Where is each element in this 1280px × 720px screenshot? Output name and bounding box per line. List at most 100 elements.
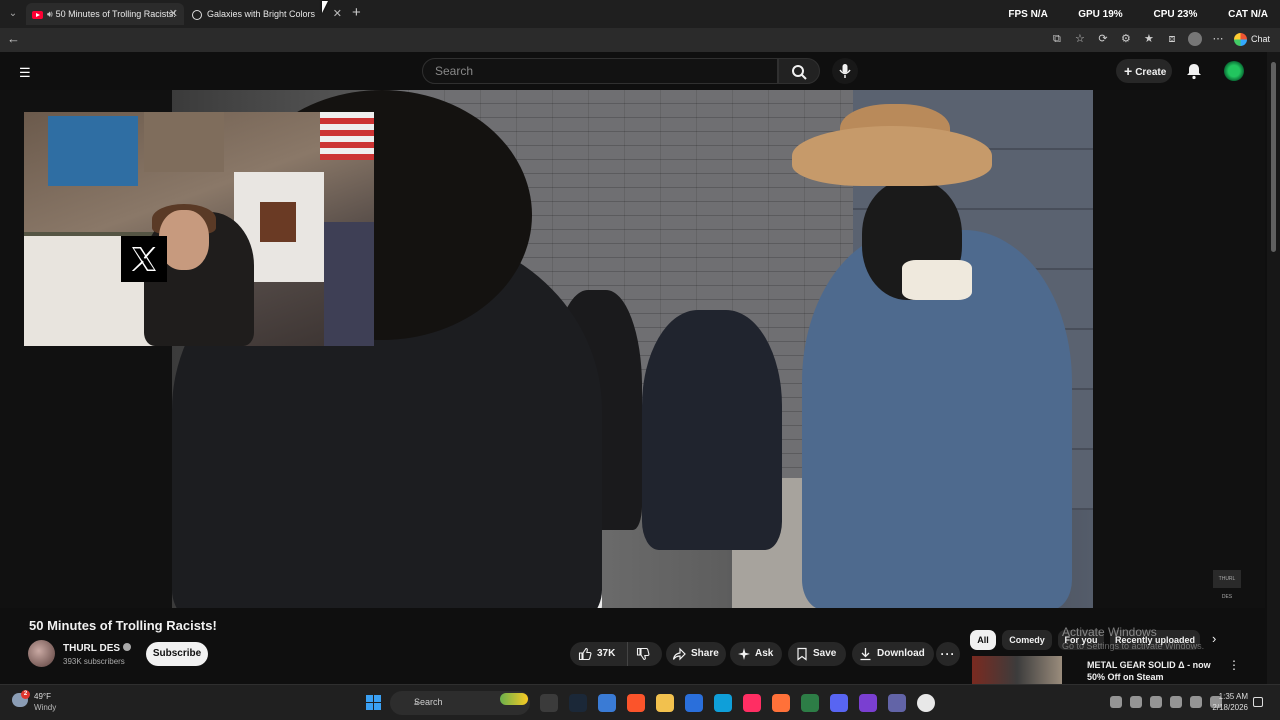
share-arrow-icon xyxy=(672,647,686,661)
mouse-cursor-icon xyxy=(322,1,328,13)
tab-youtube-video[interactable]: 🔊︎ 50 Minutes of Trolling Racists! ✕ xyxy=(26,3,184,25)
tray-overflow-icon[interactable] xyxy=(1110,696,1122,708)
gpu-value: 19% xyxy=(1102,9,1123,20)
streamer-webcam-overlay xyxy=(24,112,374,346)
video-player[interactable]: THURL DES xyxy=(0,90,1265,608)
close-tab-icon[interactable]: ✕ xyxy=(333,3,342,25)
browser-toolbar-icons: ⧉ ☆ ⟳ ⚙ ★ ⧈ ⋯ Chat xyxy=(1050,32,1270,46)
chrome-icon[interactable] xyxy=(917,694,935,712)
teams-icon[interactable] xyxy=(888,694,906,712)
ask-button[interactable]: Ask xyxy=(730,642,782,666)
notification-center-icon[interactable] xyxy=(1253,697,1263,707)
x-logo-icon xyxy=(121,236,167,282)
recommendation-title[interactable]: METAL GEAR SOLID Δ - now 50% Off on Stea… xyxy=(1087,659,1217,683)
favorite-star-icon[interactable]: ☆ xyxy=(1073,32,1087,46)
tray-app-icon[interactable] xyxy=(1130,696,1142,708)
favorites-icon[interactable]: ★ xyxy=(1142,32,1156,46)
share-button[interactable]: Share xyxy=(666,642,726,666)
extensions-icon[interactable]: ⚙ xyxy=(1119,32,1133,46)
bookmark-icon xyxy=(797,647,807,661)
ask-label: Ask xyxy=(755,648,774,659)
sherpa-collar xyxy=(902,260,972,300)
tray-app-icon[interactable] xyxy=(1150,696,1162,708)
create-button[interactable]: + Create xyxy=(1116,59,1172,83)
app-install-icon[interactable]: ⧉ xyxy=(1050,32,1064,46)
hamburger-menu-icon[interactable]: ☰ xyxy=(19,65,31,81)
webcam-monitor xyxy=(324,222,374,346)
search-input[interactable]: Search xyxy=(422,58,778,84)
tab-list-dropdown-icon[interactable]: ⌄ xyxy=(6,7,20,21)
weather-temperature[interactable]: 49°F xyxy=(34,692,51,701)
performance-overlay: FPS N/A GPU 19% CPU 23% CAT N/A xyxy=(980,9,1268,20)
channel-watermark[interactable]: THURL DES xyxy=(1213,570,1241,600)
cat-value: N/A xyxy=(1250,9,1268,20)
youtube-favicon-icon xyxy=(32,10,43,19)
search-button[interactable] xyxy=(778,58,820,84)
back-arrow-icon[interactable]: ← xyxy=(7,31,20,46)
pen-icon[interactable] xyxy=(1170,696,1182,708)
taskbar-search-label: Search xyxy=(414,697,443,707)
notifications-bell-icon[interactable] xyxy=(1185,62,1203,80)
browser-menu-icon[interactable]: ⋯ xyxy=(1211,32,1225,46)
chip-all[interactable]: All xyxy=(970,630,996,650)
channel-name: THURL DES xyxy=(63,643,121,654)
firefox-icon[interactable] xyxy=(772,694,790,712)
page-scrollbar[interactable] xyxy=(1267,52,1280,684)
channel-name-link[interactable]: THURL DES xyxy=(63,643,132,654)
cowboy-hat-brim xyxy=(792,126,992,186)
dislike-button[interactable] xyxy=(628,642,662,666)
recommendation-thumbnail[interactable] xyxy=(972,656,1062,684)
create-label: Create xyxy=(1135,67,1167,78)
taskbar-pinned-apps xyxy=(540,694,935,712)
file-explorer-icon[interactable] xyxy=(656,694,674,712)
verified-badge-icon xyxy=(123,643,132,651)
subscribe-button[interactable]: Subscribe xyxy=(146,642,208,666)
search-placeholder: Search xyxy=(435,64,474,78)
chat-label: Chat xyxy=(1250,34,1270,44)
sparkle-icon xyxy=(738,648,750,660)
activate-windows-watermark: Activate Windows xyxy=(1062,625,1157,639)
new-tab-icon[interactable]: + xyxy=(352,4,361,21)
discord-icon[interactable] xyxy=(830,694,848,712)
search-highlight-icon[interactable] xyxy=(500,693,528,705)
voice-search-button[interactable] xyxy=(832,58,858,84)
refresh-icon[interactable]: ⟳ xyxy=(1096,32,1110,46)
recommendation-menu-icon[interactable]: ⋮ xyxy=(1228,658,1240,672)
download-label: Download xyxy=(877,648,925,659)
weather-condition[interactable]: Windy xyxy=(34,703,56,712)
capcut-icon[interactable] xyxy=(743,694,761,712)
speaker-icon[interactable]: 🔊︎ xyxy=(47,3,53,25)
close-tab-icon[interactable]: ✕ xyxy=(169,3,178,25)
chips-next-arrow-icon[interactable]: › xyxy=(1212,631,1216,646)
thumbs-up-icon xyxy=(578,647,592,661)
chip-comedy[interactable]: Comedy xyxy=(1002,630,1052,650)
account-avatar[interactable] xyxy=(1224,61,1244,81)
recommendation-title-line: 50% Off on Steam xyxy=(1087,672,1164,682)
clock-time[interactable]: 1:35 AM xyxy=(1214,692,1248,701)
profile-avatar[interactable] xyxy=(1187,32,1202,46)
copilot-chat-button[interactable]: Chat xyxy=(1233,32,1270,46)
steam-icon[interactable] xyxy=(569,694,587,712)
terminal-icon[interactable] xyxy=(801,694,819,712)
wifi-icon[interactable] xyxy=(1190,696,1202,708)
collections-icon[interactable]: ⧈ xyxy=(1165,32,1179,46)
save-button[interactable]: Save xyxy=(788,642,846,666)
browser-tab-strip: ⌄ 🔊︎ 50 Minutes of Trolling Racists! ✕ Ga… xyxy=(0,0,1280,28)
download-button[interactable]: Download xyxy=(852,642,934,666)
copilot-icon xyxy=(1233,32,1247,46)
scrollbar-thumb[interactable] xyxy=(1271,62,1276,252)
video-title: 50 Minutes of Trolling Racists! xyxy=(29,618,217,633)
edge-icon[interactable] xyxy=(714,694,732,712)
clock-date[interactable]: 2/18/2026 xyxy=(1210,703,1248,712)
photos-icon[interactable] xyxy=(685,694,703,712)
gpu-label: GPU xyxy=(1078,9,1100,20)
calculator-icon[interactable] xyxy=(598,694,616,712)
like-button[interactable]: 37K xyxy=(570,642,628,666)
more-actions-icon[interactable]: ··· xyxy=(936,642,960,666)
microphone-icon xyxy=(839,64,851,78)
channel-avatar[interactable] xyxy=(28,640,55,667)
messenger-icon[interactable] xyxy=(859,694,877,712)
task-view-icon[interactable] xyxy=(540,694,558,712)
brave-icon[interactable] xyxy=(627,694,645,712)
windows-start-icon[interactable] xyxy=(366,695,381,710)
